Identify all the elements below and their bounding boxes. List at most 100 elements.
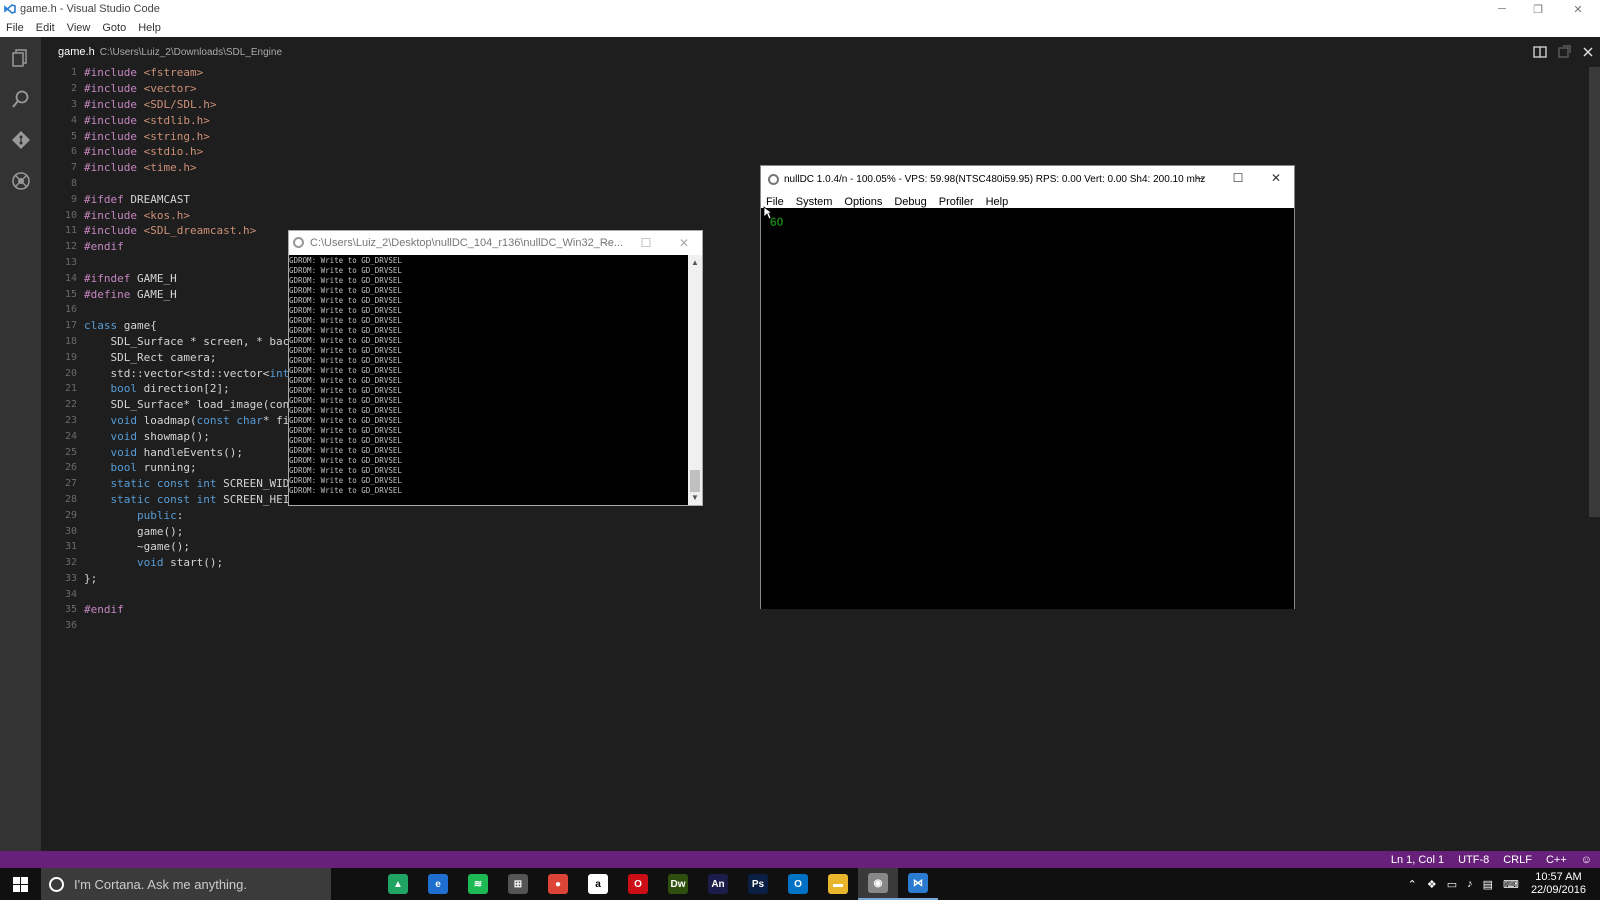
nulldc-menu-help[interactable]: Help [986,196,1009,208]
line-number: 32 [64,557,77,569]
taskbar-app-spotify[interactable]: ≋ [458,868,498,900]
dropbox-icon[interactable]: ❖ [1427,878,1437,891]
code-line[interactable]: 6 #include <stdio.h> [41,144,1541,160]
code-text: #endif [84,603,124,617]
taskbar-app-chrome[interactable]: ● [538,868,578,900]
feedback-smiley-icon[interactable]: ☺ [1581,854,1592,866]
language-indicator[interactable]: C++ [1546,854,1567,866]
taskbar-app-outlook[interactable]: O [778,868,818,900]
code-text: void showmap(); [110,429,210,443]
nulldc-titlebar[interactable]: nullDC 1.0.4/n - 100.05% - VPS: 59.98(NT… [761,166,1294,192]
git-button[interactable] [0,119,41,160]
files-icon [11,48,27,67]
code-text: static const int SCREEN_HEIG [110,492,296,506]
taskbar-app-file-explorer[interactable]: ▬ [818,868,858,900]
menu-view[interactable]: View [61,22,97,34]
taskbar-app-nulldc[interactable]: ◉ [858,868,898,900]
console-line: GDROM: Write to GD_DRVSEL [289,306,402,315]
code-line[interactable]: 1 #include <fstream> [41,65,1541,81]
line-number: 30 [64,525,77,537]
menu-file[interactable]: File [0,22,30,34]
code-line[interactable]: 36 [41,618,1541,634]
nulldc-maximize-button[interactable]: ☐ [1219,166,1257,190]
taskbar-app-dreamweaver[interactable]: Dw [658,868,698,900]
encoding-indicator[interactable]: UTF-8 [1458,854,1489,866]
code-line[interactable]: 3 #include <SDL/SDL.h> [41,97,1541,113]
line-number: 27 [64,478,77,490]
start-button[interactable] [0,868,41,900]
taskbar-app-animate[interactable]: An [698,868,738,900]
taskbar-app-vscode[interactable]: ⋈ [898,868,938,900]
keyboard-icon[interactable]: ⌨ [1503,878,1519,891]
scroll-up-icon[interactable]: ▲ [691,258,699,267]
console-maximize-button[interactable]: ☐ [627,231,665,255]
menu-edit[interactable]: Edit [30,22,61,34]
scroll-down-icon[interactable]: ▼ [691,493,699,502]
code-line[interactable]: 2 #include <vector> [41,81,1541,97]
console-line: GDROM: Write to GD_DRVSEL [289,366,402,375]
clock[interactable]: 10:57 AM 22/09/2016 [1531,871,1586,897]
open-changes-icon[interactable] [1557,45,1571,59]
console-close-button[interactable]: ✕ [665,231,703,255]
activity-bar [0,37,41,851]
line-number: 6 [70,146,77,158]
code-line[interactable]: 4 #include <stdlib.h> [41,112,1541,128]
search-button[interactable] [0,78,41,119]
menu-help[interactable]: Help [132,22,167,34]
taskbar-app-opera[interactable]: O [618,868,658,900]
cursor-position[interactable]: Ln 1, Col 1 [1391,854,1444,866]
nulldc-menu-debug[interactable]: Debug [894,196,926,208]
edge-icon: e [428,874,448,894]
minimize-button[interactable]: ─ [1484,0,1520,18]
dreamweaver-icon: Dw [668,874,688,894]
editor-scrollbar[interactable] [1589,67,1600,517]
cortana-placeholder: I'm Cortana. Ask me anything. [74,876,248,892]
eol-indicator[interactable]: CRLF [1503,854,1532,866]
taskbar-app-edge[interactable]: e [418,868,458,900]
nulldc-window[interactable]: nullDC 1.0.4/n - 100.05% - VPS: 59.98(NT… [760,165,1295,609]
nulldc-minimize-button[interactable]: ─ [1181,166,1219,190]
code-text: public: [136,508,184,522]
console-line: GDROM: Write to GD_DRVSEL [289,476,402,485]
console-scroll-thumb[interactable] [690,470,700,492]
taskbar-app-store[interactable]: ⊞ [498,868,538,900]
code-line[interactable]: 5 #include <string.h> [41,128,1541,144]
code-text: #include <SDL/SDL.h> [84,97,217,111]
menu-goto[interactable]: Goto [96,22,132,34]
taskbar-app-google-drive[interactable]: ▲ [378,868,418,900]
console-minimize-button[interactable]: ─ [589,231,627,255]
explorer-button[interactable] [0,37,41,78]
console-line: GDROM: Write to GD_DRVSEL [289,446,402,455]
nulldc-menu-profiler[interactable]: Profiler [939,196,974,208]
action-center-icon[interactable]: ▤ [1483,878,1493,891]
line-number: 26 [64,462,77,474]
restore-button[interactable]: ❐ [1520,0,1556,18]
console-scrollbar[interactable]: ▲ ▼ [688,255,702,505]
taskbar-app-task-view[interactable] [338,868,378,900]
menu-bar: File Edit View Goto Help [0,18,1600,37]
code-text: void handleEvents(); [110,445,243,459]
editor-tab[interactable]: game.h C:\Users\Luiz_2\Downloads\SDL_Eng… [41,37,1600,67]
split-editor-icon[interactable] [1533,45,1547,59]
network-icon[interactable]: ▭ [1447,878,1457,891]
emulator-screen[interactable]: 60 [761,206,1294,609]
tray-chevron-icon[interactable]: ⌃ [1408,878,1417,891]
close-button[interactable]: ✕ [1560,0,1596,18]
window-titlebar: game.h - Visual Studio Code ─ ❐ ✕ [0,0,1600,18]
nulldc-close-button[interactable]: ✕ [1257,166,1295,190]
store-icon: ⊞ [508,874,528,894]
taskbar-app-amazon[interactable]: a [578,868,618,900]
debug-button[interactable] [0,160,41,201]
nulldc-menu-system[interactable]: System [796,196,833,208]
photoshop-icon: Ps [748,874,768,894]
nulldc-menu-options[interactable]: Options [844,196,882,208]
cortana-search-box[interactable]: I'm Cortana. Ask me anything. [41,868,331,900]
code-text: #include <SDL_dreamcast.h> [84,224,257,238]
console-line: GDROM: Write to GD_DRVSEL [289,296,402,305]
console-window[interactable]: C:\Users\Luiz_2\Desktop\nullDC_104_r136\… [288,230,703,506]
volume-icon[interactable]: ♪ [1467,878,1473,890]
taskbar-app-photoshop[interactable]: Ps [738,868,778,900]
close-tab-icon[interactable] [1581,45,1595,59]
line-number: 2 [70,83,77,95]
console-titlebar[interactable]: C:\Users\Luiz_2\Desktop\nullDC_104_r136\… [289,231,702,254]
